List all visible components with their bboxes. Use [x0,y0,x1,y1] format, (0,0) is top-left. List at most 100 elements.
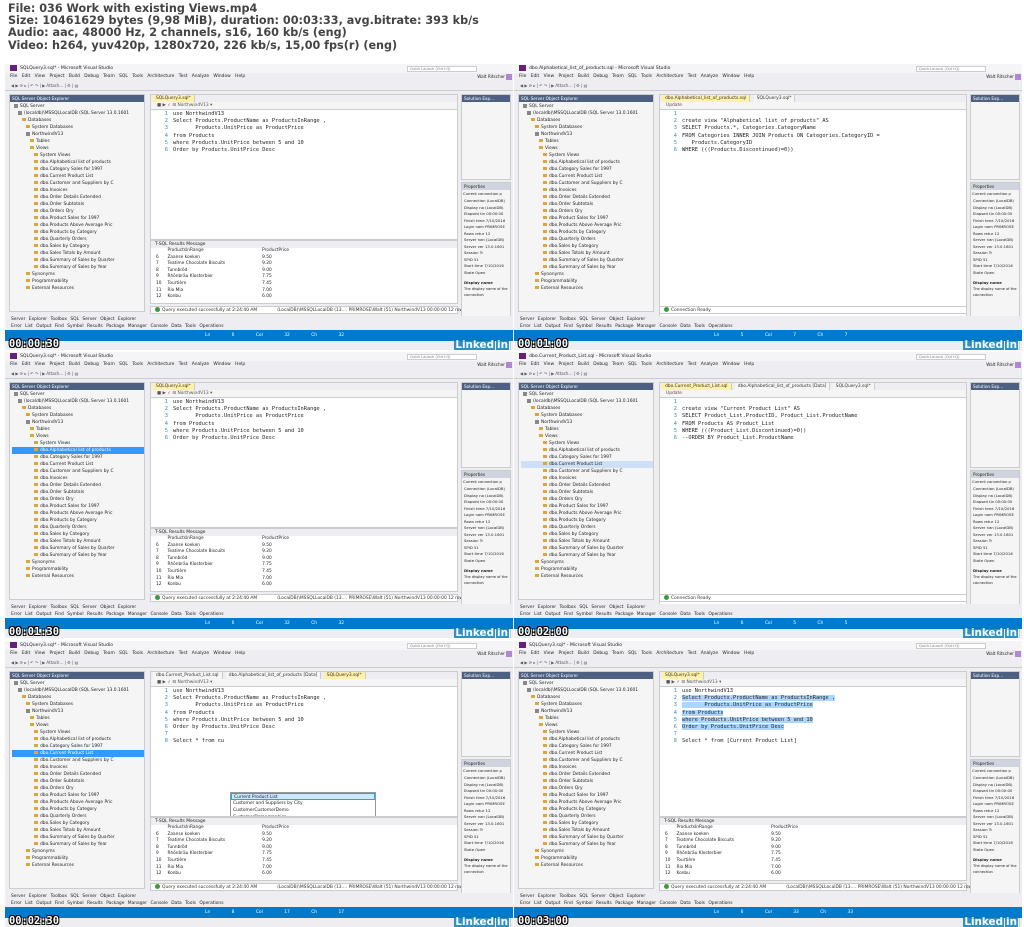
code-text[interactable]: Order by Products.UnitPrice Desc [682,723,785,730]
code-text[interactable]: Select Products.ProductName as ProductsI… [173,695,326,701]
code-line[interactable]: 2 Select Products.ProductName as Products… [660,695,966,702]
code-text[interactable]: Products.UnitPrice as ProductPrice [682,702,813,709]
table-row[interactable]: 12 Konbu 6.00 [662,871,801,878]
tree-node[interactable]: Synonyms [521,559,653,566]
quick-launch-input[interactable]: Quick Launch (Ctrl+Q) [916,353,986,360]
tree-node[interactable]: Synonyms [521,848,653,855]
tree-node[interactable]: System Views [12,152,144,159]
view-node[interactable]: dbo.Quarterly Orders [12,524,144,531]
code-line[interactable]: 1 use NorthwindV13 [151,111,457,118]
code-lines[interactable]: 1 use NorthwindV13 2 Select Products.Produc… [151,399,457,442]
code-line[interactable]: 3 Products.UnitPrice as ProductPrice [151,413,457,420]
document-tab[interactable]: SQLQuery3.sql* [832,383,875,390]
view-node[interactable]: dbo.Current Product List [12,461,144,468]
view-node[interactable]: dbo.Products Above Average Pric [521,799,653,806]
view-node[interactable]: dbo.Orders Qry [521,496,653,503]
code-line[interactable]: 2 create view "Current Product List" AS [660,406,966,413]
editor-controls[interactable]: Update [660,102,966,110]
view-node[interactable]: dbo.Products by Category [521,517,653,524]
output-tabs[interactable]: Error List Output Find Symbol Results Pa… [5,900,513,907]
autocomplete-list[interactable]: Current Product List Customer and Supplie… [230,792,376,816]
code-text[interactable]: where Products.UnitPrice between 5 and 1… [173,428,304,434]
table-row[interactable]: 9 Rhönbräu Klosterbier 7.75 [662,851,801,858]
code-line[interactable]: 2 Select Products.ProductName as Products… [151,695,457,702]
view-node[interactable]: dbo.Current Product List [12,173,144,180]
code-text[interactable]: Order by Products.UnitPrice Desc [173,435,275,441]
tree-node[interactable]: NorthwindV13 [521,708,653,715]
code-line[interactable]: 6 --ORDER BY Product_List.ProductName [660,435,966,442]
tree-node[interactable]: Databases [521,117,653,124]
object-tree[interactable]: SQL Server (localdb)\MSSQLLocalDB (SQL Se… [519,102,653,292]
view-node[interactable]: dbo.Customer and Suppliers by C [12,180,144,187]
view-node[interactable]: dbo.Invoices [12,475,144,482]
tree-node[interactable]: System Views [521,152,653,159]
user-name[interactable]: Walt Ritscher [477,362,505,368]
view-node[interactable]: dbo.Sales Totals by Amount [12,250,144,257]
tree-node[interactable]: Tables [521,138,653,145]
view-node[interactable]: dbo.Category Sales for 1997 [521,454,653,461]
view-node[interactable]: dbo.Products by Category [12,806,144,813]
view-node[interactable]: dbo.Summary of Sales by Year [12,841,144,848]
output-tabs[interactable]: Error List Output Find Symbol Results Pa… [514,900,1022,907]
editor-panel[interactable]: SQLQuery3.sql* ■ ▶ ✓ ⊟ NorthwindV13 ▾ 1 use… [150,94,458,240]
code-line[interactable]: 3 Products.UnitPrice as ProductPrice [151,125,457,132]
view-node[interactable]: dbo.Category Sales for 1997 [12,743,144,750]
code-text[interactable]: use NorthwindV13 [173,688,224,694]
code-line[interactable]: 5 where Products.UnitPrice between 5 and … [660,716,966,724]
view-node[interactable]: dbo.Order Subtotals [12,778,144,785]
toolbar[interactable]: ◀ ▶ ⟳ ▸ | ↶ ↷ | ▶ Attach... | ⚙ | ▤ [5,658,513,668]
view-node[interactable]: dbo.Alphabetical list of products [521,447,653,454]
view-node[interactable]: dbo.Product Sales for 1997 [12,792,144,799]
table-row[interactable]: 10 Tourtière 7.45 [153,281,292,288]
tree-node[interactable]: Programmability [12,855,144,862]
tree-node[interactable]: System Views [12,729,144,736]
view-node[interactable]: dbo.Alphabetical list of products [12,736,144,743]
view-node[interactable]: dbo.Sales by Category [521,243,653,250]
code-text[interactable]: create view "Alphabetical list of produc… [682,118,829,124]
view-node[interactable]: dbo.Product Sales for 1997 [12,503,144,510]
user-name[interactable]: Walt Ritscher [986,651,1014,657]
table-row[interactable]: 9 Rhönbräu Klosterbier 7.75 [153,562,292,569]
code-lines[interactable]: 1 use NorthwindV13 2 Select Products.Produc… [151,111,457,154]
properties-selector[interactable]: Current connection p [971,190,1019,198]
menu-bar[interactable]: File Edit View Project Build Debug Team … [5,361,513,369]
document-tab[interactable]: dbo.Alphabetical_list_of_products [Data] [225,672,322,679]
view-node[interactable]: dbo.Sales by Category [12,531,144,538]
view-node[interactable]: dbo.Orders Qry [12,496,144,503]
tree-node[interactable]: System Databases [521,412,653,419]
tree-node[interactable]: System Databases [521,701,653,708]
code-text[interactable]: Order by Products.UnitPrice Desc [173,147,275,153]
tree-node[interactable]: System Databases [521,124,653,131]
avatar[interactable] [1015,651,1021,657]
code-text[interactable]: where Products.UnitPrice between 5 and 1… [173,140,304,146]
view-node[interactable]: dbo.Customer and Suppliers by C [12,468,144,475]
avatar[interactable] [506,74,512,80]
explorer-tabs[interactable]: Server Explorer Toolbox SQL Server Objec… [514,316,1022,323]
tree-node[interactable]: Synonyms [12,848,144,855]
quick-launch-input[interactable]: Quick Launch (Ctrl+Q) [916,642,986,649]
autocomplete-item[interactable]: Customer and Suppliers by City [231,800,375,807]
properties-selector[interactable]: Current connection p [462,767,510,775]
code-line[interactable]: 5 where Products.UnitPrice between 5 and … [151,717,457,724]
explorer-tabs[interactable]: Server Explorer Toolbox SQL Server Objec… [5,316,513,323]
view-node[interactable]: dbo.Orders Qry [521,208,653,215]
object-tree[interactable]: SQL Server (localdb)\MSSQLLocalDB (SQL Se… [10,102,144,292]
view-node[interactable]: dbo.Products by Category [521,229,653,236]
table-row[interactable]: 12 Konbu 6.00 [153,582,292,589]
code-text[interactable]: WHERE (((Product_List.Discontinued)=0)) [682,428,806,434]
object-tree[interactable]: SQL Server (localdb)\MSSQLLocalDB (SQL Se… [519,679,653,869]
view-node[interactable]: dbo.Order Subtotals [12,489,144,496]
tree-node[interactable]: NorthwindV13 [521,419,653,426]
tree-node[interactable]: (localdb)\MSSQLLocalDB (SQL Server 13.0.… [12,398,144,405]
user-name[interactable]: Walt Ritscher [477,651,505,657]
video-frame[interactable]: SQLQuery3.sql* - Microsoft Visual Studio… [5,641,513,927]
code-line[interactable]: 1 use NorthwindV13 [660,688,966,695]
view-node[interactable]: dbo.Sales by Category [12,243,144,250]
avatar[interactable] [506,651,512,657]
tree-node[interactable]: System Databases [12,412,144,419]
view-node[interactable]: dbo.Orders Qry [521,785,653,792]
code-line[interactable]: 3 SELECT Products.*, Categories.CategoryN… [660,125,966,132]
tree-node[interactable]: Databases [521,405,653,412]
tree-node[interactable]: External Resources [521,285,653,292]
tree-node[interactable]: Views [521,145,653,152]
